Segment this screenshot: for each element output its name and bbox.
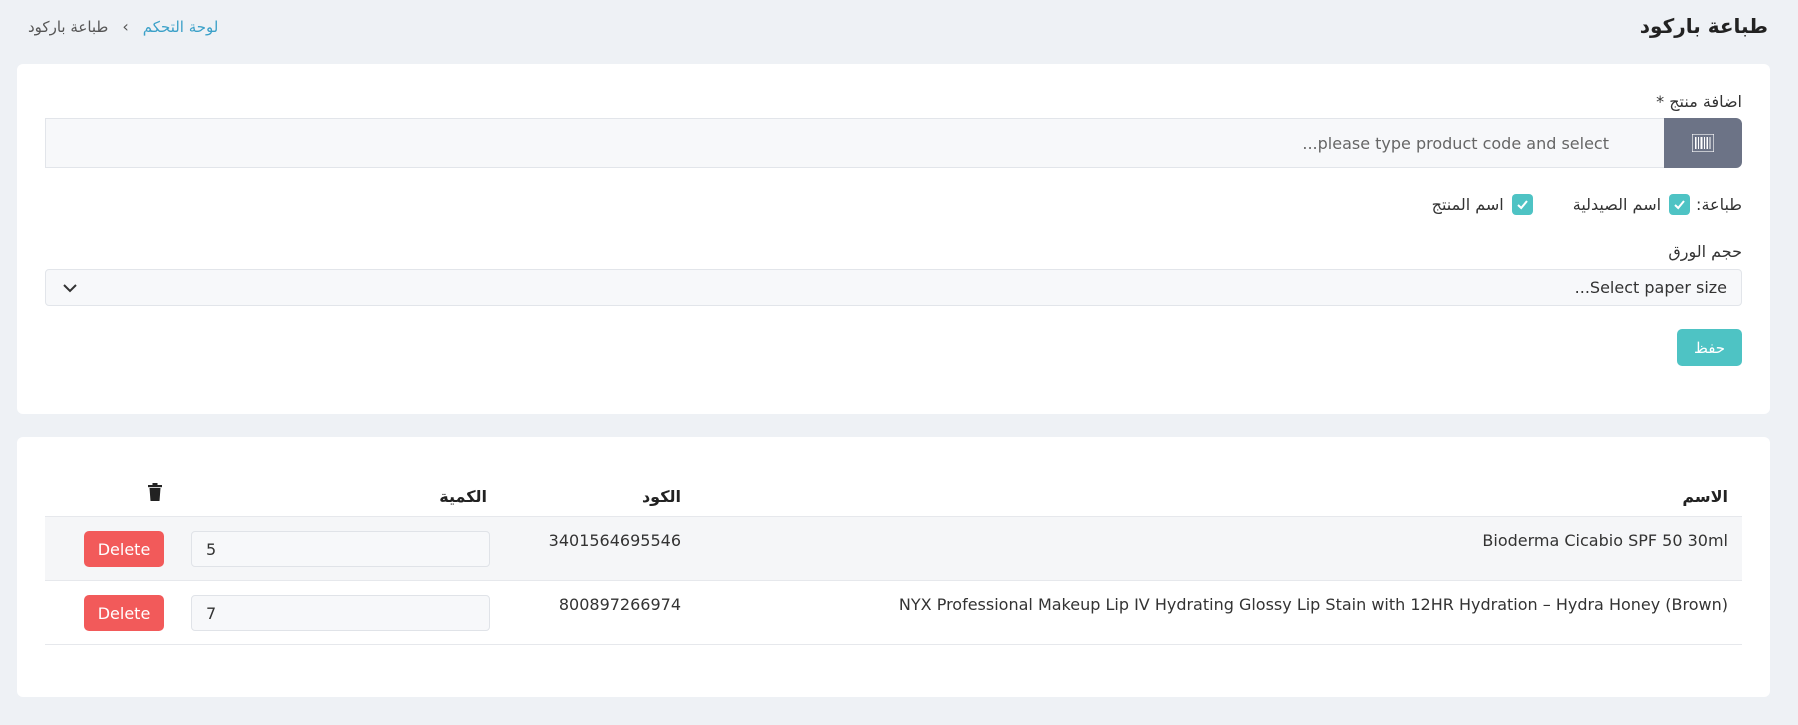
row-code: 800897266974 xyxy=(558,595,681,614)
delete-all-button[interactable] xyxy=(147,483,163,505)
header-name: الاسم xyxy=(1682,487,1728,506)
pharmacy-name-label: اسم الصيدلية xyxy=(1572,194,1662,214)
pharmacy-name-checkbox[interactable] xyxy=(1669,193,1691,215)
add-product-label: اضافة منتج * xyxy=(1656,92,1742,111)
barcode-form-card: اضافة منتج * طباعة: اسم الصيدلية xyxy=(17,64,1770,414)
table-row: NYX Professional Makeup Lip IV Hydrating… xyxy=(45,581,1742,645)
table-row: Bioderma Cicabio SPF 50 30ml 34015646955… xyxy=(45,517,1742,581)
checkmark-icon xyxy=(1517,199,1528,209)
save-button[interactable]: حفظ xyxy=(1677,329,1742,366)
page-title: طباعة باركود xyxy=(1639,14,1768,38)
row-name: Bioderma Cicabio SPF 50 30ml xyxy=(1482,531,1728,550)
products-table-card: الاسم الكود الكمية Bioderma Cicabio SPF … xyxy=(17,437,1770,697)
paper-size-value: Select paper size... xyxy=(1574,278,1727,297)
chevron-down-icon xyxy=(63,283,77,292)
breadcrumb-current: طباعة باركود xyxy=(28,17,109,36)
product-search-group xyxy=(45,118,1742,168)
barcode-icon xyxy=(1692,134,1714,152)
header-code: الكود xyxy=(641,487,681,506)
print-label: طباعة: xyxy=(1696,194,1742,214)
products-table: الاسم الكود الكمية Bioderma Cicabio SPF … xyxy=(45,463,1742,645)
print-options: طباعة: اسم الصيدلية اسم المنتج xyxy=(1432,192,1742,216)
delete-button[interactable]: Delete xyxy=(84,595,164,631)
row-code: 3401564695546 xyxy=(548,531,681,550)
table-header: الاسم الكود الكمية xyxy=(45,463,1742,517)
product-name-checkbox[interactable] xyxy=(1511,193,1533,215)
top-bar: طباعة باركود لوحة التحكم › طباعة باركود xyxy=(0,0,1798,56)
trash-icon xyxy=(148,483,162,501)
quantity-input[interactable] xyxy=(191,595,490,631)
delete-button[interactable]: Delete xyxy=(84,531,164,567)
checkmark-icon xyxy=(1674,199,1685,209)
product-name-label: اسم المنتج xyxy=(1431,194,1504,214)
breadcrumb: لوحة التحكم › طباعة باركود xyxy=(28,17,218,36)
product-search-input[interactable] xyxy=(45,118,1664,168)
barcode-scan-button[interactable] xyxy=(1664,118,1742,168)
print-option-pharmacy-name[interactable]: اسم الصيدلية xyxy=(1572,193,1691,215)
breadcrumb-separator: › xyxy=(122,17,129,36)
breadcrumb-home-link[interactable]: لوحة التحكم xyxy=(143,18,219,36)
paper-size-select[interactable]: Select paper size... xyxy=(45,269,1742,306)
print-option-product-name[interactable]: اسم المنتج xyxy=(1431,193,1533,215)
quantity-input[interactable] xyxy=(191,531,490,567)
header-quantity: الكمية xyxy=(439,487,487,506)
paper-size-label: حجم الورق xyxy=(1668,242,1742,261)
row-name: NYX Professional Makeup Lip IV Hydrating… xyxy=(898,595,1728,614)
